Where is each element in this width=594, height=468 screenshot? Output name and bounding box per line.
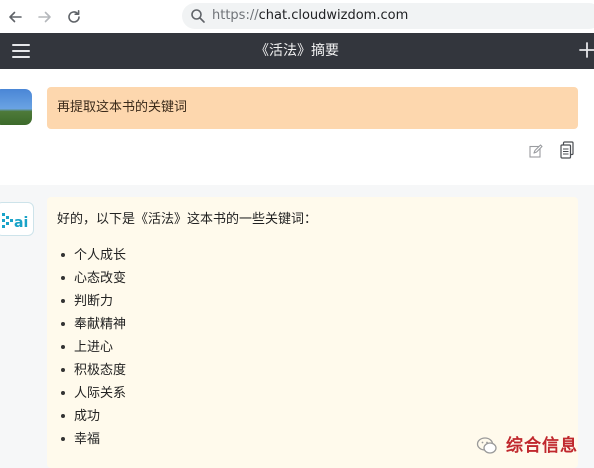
keyword-text: 成功 xyxy=(74,409,101,424)
bullet-icon xyxy=(61,276,65,280)
forward-arrow-icon[interactable] xyxy=(34,6,56,28)
url-host: chat.cloudwizdom.com xyxy=(258,8,409,23)
bullet-icon xyxy=(61,322,65,326)
plus-icon[interactable] xyxy=(579,42,594,58)
keyword-item: 个人成长 xyxy=(61,247,126,270)
keyword-item: 成功 xyxy=(61,408,126,431)
ai-avatar: ai xyxy=(0,202,34,236)
bullet-icon xyxy=(61,345,65,349)
bullet-icon xyxy=(61,299,65,303)
back-arrow-icon[interactable] xyxy=(4,6,26,28)
keyword-item: 幸福 xyxy=(61,431,126,454)
url-protocol: https:// xyxy=(212,8,259,23)
user-avatar xyxy=(0,89,32,125)
bullet-icon xyxy=(61,414,65,418)
browser-toolbar: https://chat.cloudwizdom.com xyxy=(0,0,594,33)
keyword-text: 奉献精神 xyxy=(74,317,127,332)
ai-logo-dots-icon xyxy=(2,213,13,228)
user-message-bubble: 再提取这本书的关键词 xyxy=(47,87,578,129)
keyword-item: 心态改变 xyxy=(61,270,126,293)
copy-icon[interactable] xyxy=(560,141,574,159)
search-icon xyxy=(190,8,206,24)
watermark-text: 综合信息 xyxy=(506,436,578,456)
address-bar[interactable]: https://chat.cloudwizdom.com xyxy=(182,3,594,29)
keyword-item: 奉献精神 xyxy=(61,316,126,339)
keyword-text: 人际关系 xyxy=(74,386,127,401)
ai-message-row: ai 好的，以下是《活法》这本书的一些关键词： 个人成长 心态改变 判断力 奉献… xyxy=(0,185,594,468)
keyword-text: 心态改变 xyxy=(74,271,127,286)
url-text: https://chat.cloudwizdom.com xyxy=(212,7,408,25)
edit-icon[interactable] xyxy=(529,143,543,158)
bullet-icon xyxy=(61,437,65,441)
keyword-list: 个人成长 心态改变 判断力 奉献精神 上进心 积极态度 人际关系 成功 幸福 xyxy=(61,247,126,454)
keyword-item: 判断力 xyxy=(61,293,126,316)
keyword-text: 积极态度 xyxy=(74,363,127,378)
page-title: 《活法》摘要 xyxy=(255,43,339,59)
keyword-text: 个人成长 xyxy=(74,248,127,263)
bullet-icon xyxy=(61,253,65,257)
app-header: 《活法》摘要 xyxy=(0,33,594,69)
keyword-item: 上进心 xyxy=(61,339,126,362)
bullet-icon xyxy=(61,391,65,395)
keyword-text: 判断力 xyxy=(74,294,114,309)
keyword-item: 人际关系 xyxy=(61,385,126,408)
watermark: 综合信息 xyxy=(476,433,594,461)
reload-icon[interactable] xyxy=(63,6,85,28)
user-message-text: 再提取这本书的关键词 xyxy=(57,100,188,115)
keyword-text: 幸福 xyxy=(74,432,101,447)
wechat-logo-icon xyxy=(476,436,498,456)
bullet-icon xyxy=(61,368,65,372)
user-message-row: 再提取这本书的关键词 xyxy=(0,69,594,185)
keyword-text: 上进心 xyxy=(74,340,114,355)
ai-intro-text: 好的，以下是《活法》这本书的一些关键词： xyxy=(57,212,318,227)
ai-message-bubble: 好的，以下是《活法》这本书的一些关键词： 个人成长 心态改变 判断力 奉献精神 … xyxy=(47,197,578,468)
ai-avatar-label: ai xyxy=(14,215,28,231)
keyword-item: 积极态度 xyxy=(61,362,126,385)
